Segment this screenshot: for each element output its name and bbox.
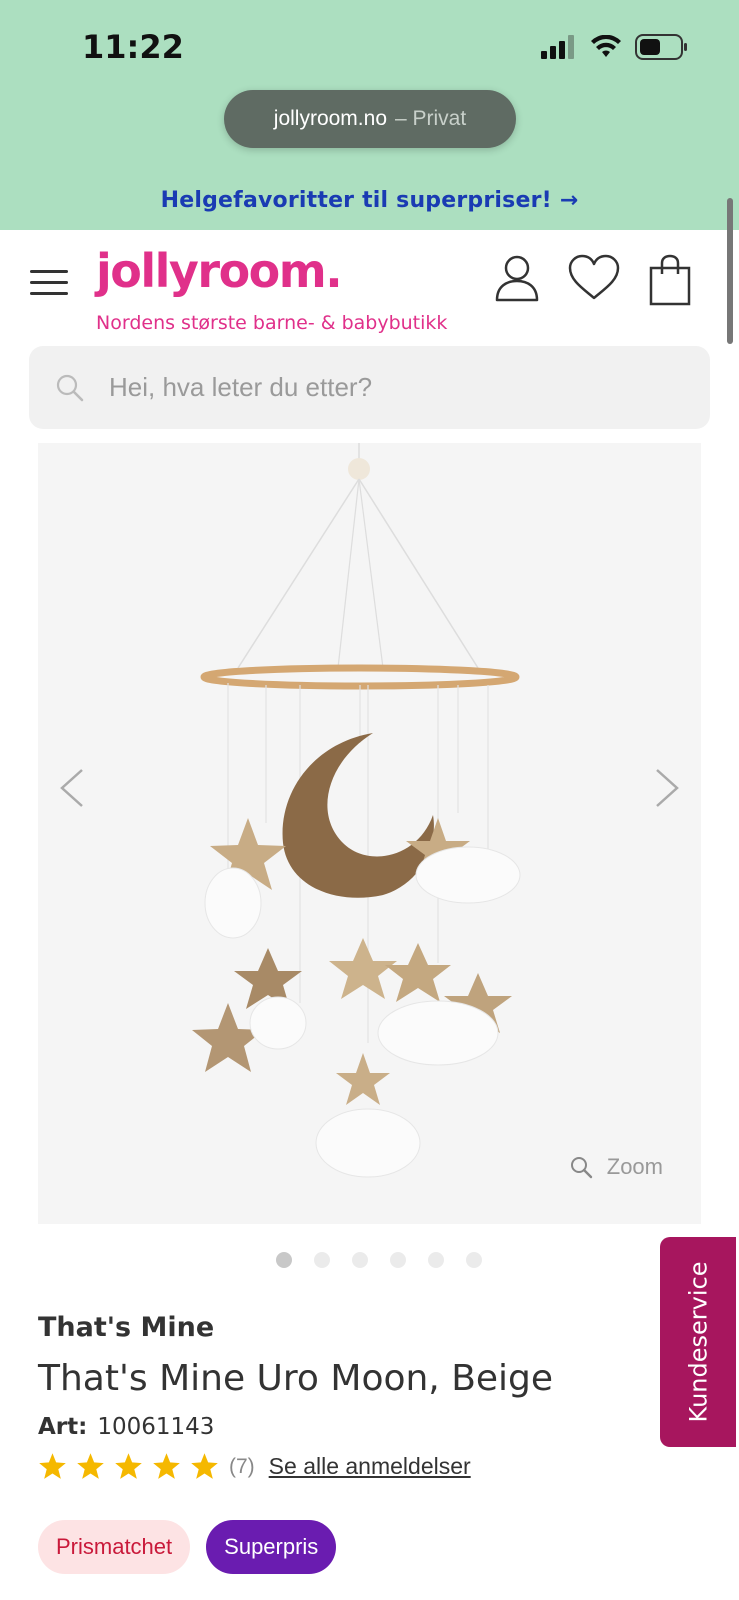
- gallery-dot[interactable]: [428, 1252, 444, 1268]
- shopping-bag-icon[interactable]: [649, 254, 691, 306]
- wifi-icon: [591, 35, 621, 57]
- review-count: (7): [229, 1454, 255, 1478]
- gallery-dot[interactable]: [390, 1252, 406, 1268]
- promo-link[interactable]: Helgefavoritter til superpriser! →: [0, 188, 739, 213]
- gallery-prev-arrow-icon[interactable]: [52, 758, 92, 818]
- rating-stars: [38, 1452, 219, 1481]
- customer-service-label: Kundeservice: [684, 1261, 712, 1423]
- account-icon[interactable]: [495, 254, 539, 302]
- gallery-dot[interactable]: [314, 1252, 330, 1268]
- gallery-next-arrow-icon[interactable]: [647, 758, 687, 818]
- product-image-gallery[interactable]: Zoom: [38, 443, 701, 1224]
- zoom-magnifier-icon: [570, 1157, 592, 1179]
- site-header: jollyroom. Nordens største barne- & baby…: [0, 230, 739, 340]
- gallery-dot[interactable]: [352, 1252, 368, 1268]
- zoom-button[interactable]: Zoom: [569, 1154, 663, 1180]
- star-icon: [77, 1453, 104, 1479]
- battery-icon: [635, 34, 687, 60]
- top-banner-area: 11:22 jollyroom.no – Privat Helgefavorit…: [0, 0, 739, 230]
- see-all-reviews-link[interactable]: Se alle anmeldelser: [269, 1453, 471, 1480]
- star-icon: [191, 1453, 218, 1479]
- browser-domain: jollyroom.no: [273, 107, 387, 130]
- product-rating: (7) Se alle anmeldelser: [38, 1452, 471, 1481]
- article-number: 10061143: [97, 1414, 215, 1440]
- search-icon: [56, 374, 84, 401]
- price-badges: Prismatchet Superpris: [38, 1520, 337, 1574]
- gallery-dot[interactable]: [276, 1252, 292, 1268]
- header-actions: [495, 254, 691, 306]
- product-brand[interactable]: That's Mine: [38, 1312, 214, 1343]
- price-matched-badge: Prismatchet: [38, 1520, 191, 1574]
- status-icons: [541, 34, 689, 60]
- customer-service-tab[interactable]: Kundeservice: [660, 1237, 736, 1447]
- product-image-moon-mobile: [192, 443, 521, 1178]
- gallery-pagination: [276, 1252, 482, 1268]
- cellular-signal-icon: [541, 35, 574, 59]
- logo-tagline: Nordens største barne- & babybutikk: [96, 312, 448, 334]
- gallery-dot[interactable]: [466, 1252, 482, 1268]
- search-bar: [29, 346, 710, 429]
- zoom-label: Zoom: [606, 1154, 663, 1179]
- star-icon: [115, 1453, 142, 1479]
- product-title: That's Mine Uro Moon, Beige: [38, 1358, 554, 1399]
- search-input[interactable]: [109, 372, 669, 403]
- status-time: 11:22: [82, 28, 184, 66]
- article-label: Art:: [38, 1414, 88, 1440]
- super-price-badge: Superpris: [206, 1520, 337, 1574]
- hamburger-menu-icon[interactable]: [30, 270, 68, 296]
- jollyroom-logo[interactable]: jollyroom.: [96, 244, 343, 298]
- browser-url-pill[interactable]: jollyroom.no – Privat: [224, 90, 516, 148]
- star-icon: [39, 1453, 66, 1479]
- wishlist-heart-icon[interactable]: [567, 254, 621, 302]
- star-icon: [153, 1453, 180, 1479]
- product-article-number: Art: 10061143: [38, 1414, 214, 1440]
- browser-private-mode: – Privat: [395, 107, 467, 130]
